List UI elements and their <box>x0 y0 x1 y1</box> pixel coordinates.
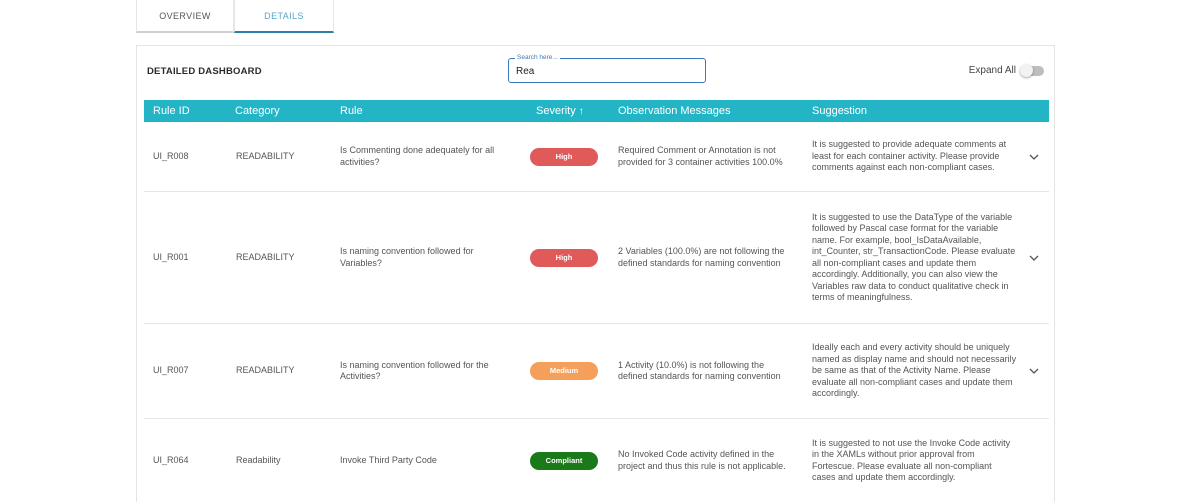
cell-category: READABILITY <box>236 365 295 376</box>
header-rule-id[interactable]: Rule ID <box>153 100 190 122</box>
cell-rule-id: UI_R064 <box>153 454 189 465</box>
cell-severity: Medium <box>530 324 598 418</box>
tab-bar: OVERVIEW DETAILS <box>136 0 334 33</box>
search-input[interactable] <box>509 59 705 82</box>
cell-category: READABILITY <box>236 251 295 262</box>
cell-suggestion: It is suggested to use the DataType of t… <box>812 211 1016 303</box>
dashboard-title: DETAILED DASHBOARD <box>147 66 262 77</box>
cell-severity: High <box>530 122 598 191</box>
severity-badge: High <box>530 147 598 166</box>
cell-rule-id: UI_R007 <box>153 365 189 376</box>
cell-category: Readability <box>236 454 281 465</box>
cell-observation: 1 Activity (10.0%) is not following the … <box>618 359 781 382</box>
table-row[interactable]: UI_R001 READABILITY Is naming convention… <box>144 192 1049 324</box>
expand-all-control[interactable]: Expand All <box>968 63 1044 77</box>
table-row[interactable]: UI_R007 READABILITY Is naming convention… <box>144 324 1049 419</box>
header-rule[interactable]: Rule <box>340 100 363 122</box>
cell-observation: No Invoked Code activity defined in the … <box>618 449 786 471</box>
dashboard-card: DETAILED DASHBOARD Search here... Expand… <box>136 45 1055 502</box>
expand-all-label: Expand All <box>968 65 1016 76</box>
tab-overview[interactable]: OVERVIEW <box>136 0 234 33</box>
cell-rule: Is naming convention followed for Variab… <box>340 246 474 268</box>
table-row[interactable]: UI_R064 Readability Invoke Third Party C… <box>144 419 1049 502</box>
cell-suggestion: It is suggested to not use the Invoke Co… <box>812 437 1011 483</box>
severity-badge: High <box>530 248 598 267</box>
cell-severity: Compliant <box>530 419 598 502</box>
cell-suggestion: It is suggested to provide adequate comm… <box>812 139 1007 173</box>
cell-rule: Invoke Third Party Code <box>340 454 437 465</box>
header-observation[interactable]: Observation Messages <box>618 100 731 122</box>
table-header: Rule ID Category Rule Severity ↑ Observa… <box>144 100 1049 122</box>
cell-rule: Is naming convention followed for the Ac… <box>340 359 489 382</box>
cell-category: READABILITY <box>236 150 295 161</box>
header-category[interactable]: Category <box>235 100 280 122</box>
cell-severity: High <box>530 192 598 323</box>
chevron-down-icon[interactable] <box>1029 253 1039 263</box>
table-row[interactable]: UI_R008 READABILITY Is Commenting done a… <box>144 122 1049 192</box>
cell-rule-id: UI_R001 <box>153 251 189 262</box>
expand-all-toggle[interactable] <box>1020 63 1044 77</box>
chevron-down-icon[interactable] <box>1029 366 1039 376</box>
cell-observation: Required Comment or Annotation is not pr… <box>618 145 783 167</box>
header-severity[interactable]: Severity ↑ <box>536 100 584 122</box>
tab-details[interactable]: DETAILS <box>234 0 334 33</box>
cell-rule: Is Commenting done adequately for all ac… <box>340 145 495 167</box>
chevron-down-icon[interactable] <box>1029 152 1039 162</box>
search-field[interactable]: Search here... <box>508 53 706 83</box>
cell-observation: 2 Variables (100.0%) are not following t… <box>618 246 785 268</box>
severity-badge: Medium <box>530 362 598 380</box>
severity-badge: Compliant <box>530 451 598 470</box>
toggle-knob[interactable] <box>1020 63 1033 77</box>
header-suggestion[interactable]: Suggestion <box>812 100 867 122</box>
cell-suggestion: Ideally each and every activity should b… <box>812 342 1017 399</box>
arrow-up-icon[interactable]: ↑ <box>579 106 584 117</box>
header-severity-label: Severity <box>536 105 576 117</box>
cell-rule-id: UI_R008 <box>153 150 189 161</box>
